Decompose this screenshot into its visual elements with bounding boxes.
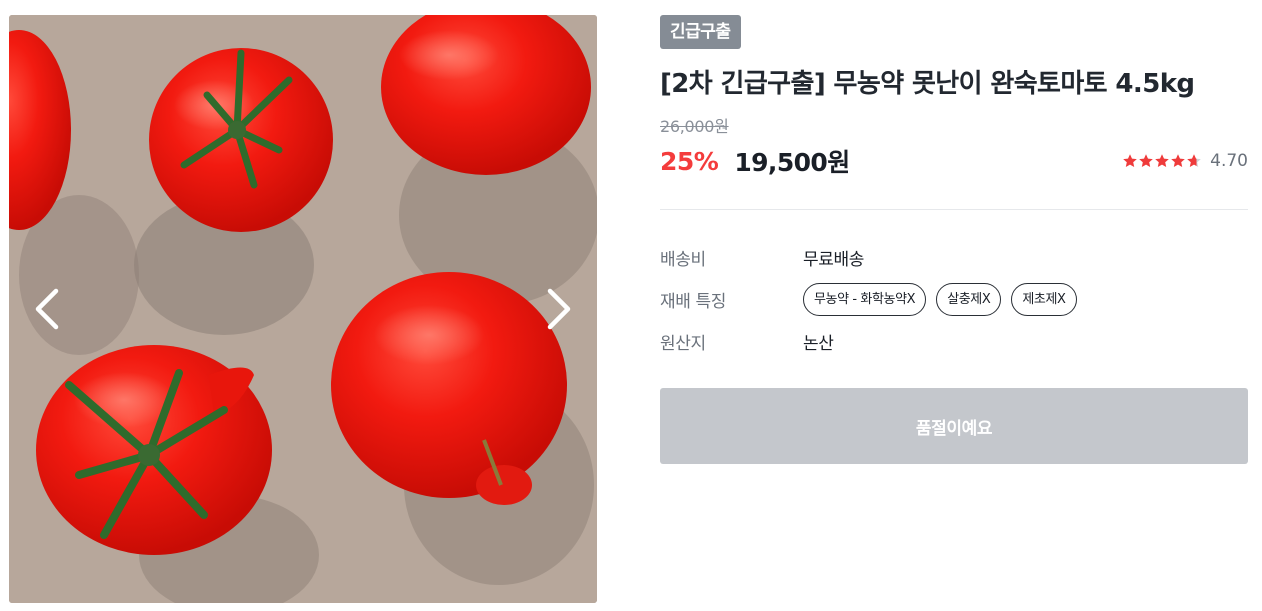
original-price: 26,000원 xyxy=(660,117,729,136)
gallery-prev-button[interactable] xyxy=(23,285,71,333)
spec-row-shipping: 배송비 무료배송 xyxy=(660,236,1248,278)
shipping-label: 배송비 xyxy=(660,249,706,270)
cultivation-tags: 무농약 - 화학농약X 살충제X 제초제X xyxy=(803,282,1077,316)
cultivation-tag: 살충제X xyxy=(936,282,1002,316)
price-row: 25% 19,500원 4.70 xyxy=(660,143,1248,179)
star-icon xyxy=(1139,154,1153,167)
product-specs: 배송비 무료배송 재배 특징 무농약 - 화학농약X 살충제X 제초제X 원산지… xyxy=(660,236,1248,362)
soldout-button[interactable]: 품절이예요 xyxy=(660,388,1248,464)
product-title: [2차 긴급구출] 무농약 못난이 완숙토마토 4.5kg xyxy=(660,69,1195,99)
shipping-value: 무료배송 xyxy=(803,249,864,270)
cultivation-label: 재배 특징 xyxy=(660,291,726,312)
rating-value: 4.70 xyxy=(1210,151,1248,171)
product-rating[interactable]: 4.70 xyxy=(1122,151,1248,171)
urgent-rescue-badge: 긴급구출 xyxy=(660,15,741,49)
star-icon xyxy=(1171,154,1185,167)
product-info-panel: 긴급구출 [2차 긴급구출] 무농약 못난이 완숙토마토 4.5kg 26,00… xyxy=(660,15,1248,464)
spec-row-origin: 원산지 논산 xyxy=(660,320,1248,362)
star-icon xyxy=(1155,154,1169,167)
origin-value: 논산 xyxy=(803,333,834,354)
chevron-right-icon xyxy=(547,288,571,330)
chevron-left-icon xyxy=(35,288,59,330)
cultivation-tag: 무농약 - 화학농약X xyxy=(803,282,927,316)
divider xyxy=(660,209,1248,210)
cultivation-tag: 제초제X xyxy=(1011,282,1077,316)
sale-price: 19,500원 xyxy=(734,148,850,177)
product-image-gallery[interactable] xyxy=(9,15,597,603)
discount-rate: 25% xyxy=(660,146,719,176)
star-icon xyxy=(1187,154,1201,167)
product-photo xyxy=(9,15,597,603)
star-icon xyxy=(1123,154,1137,167)
gallery-next-button[interactable] xyxy=(535,285,583,333)
spec-row-cultivation: 재배 특징 무농약 - 화학농약X 살충제X 제초제X xyxy=(660,278,1248,320)
origin-label: 원산지 xyxy=(660,333,706,354)
rating-stars xyxy=(1122,153,1202,169)
